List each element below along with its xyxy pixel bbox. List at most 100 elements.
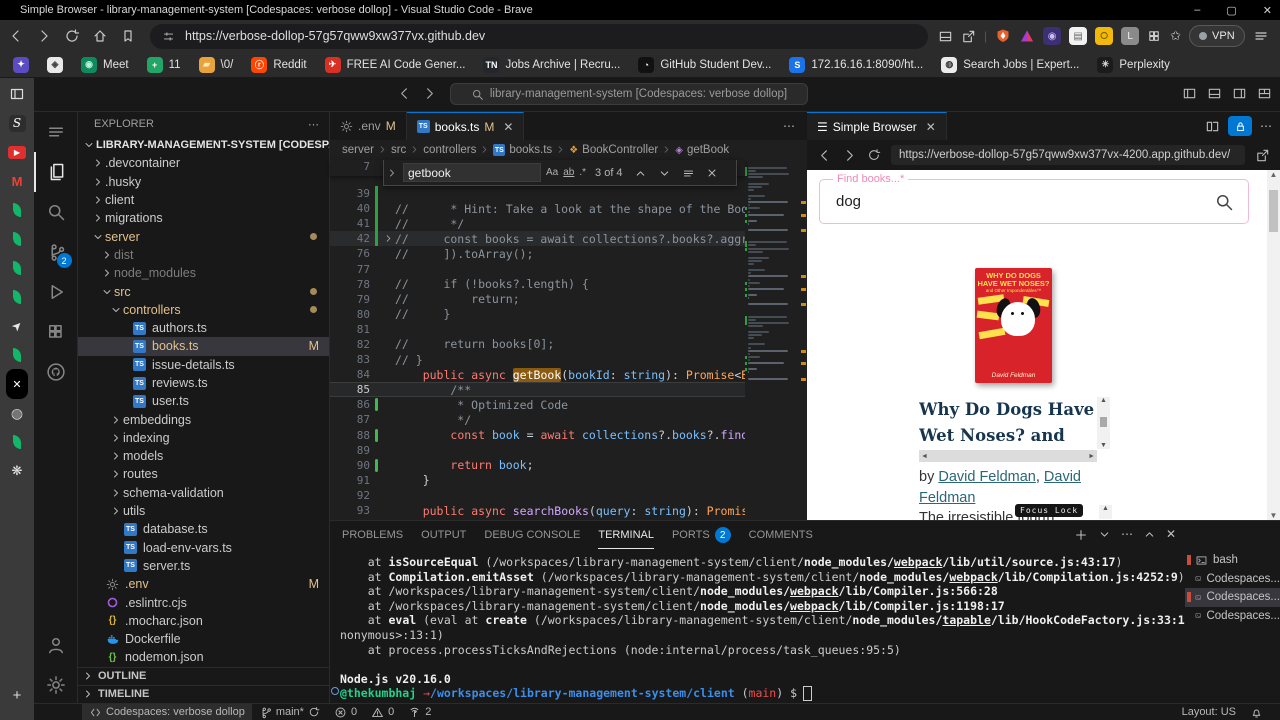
status-bell[interactable] (1243, 704, 1270, 720)
code-line-85[interactable]: 85 /** (330, 382, 807, 397)
code-line-39[interactable]: 39 (330, 186, 807, 201)
activity-source-control-icon[interactable]: 2 (34, 232, 78, 272)
breadcrumb-server[interactable]: server (342, 144, 374, 156)
tree-item-schema-validation[interactable]: schema-validation (78, 484, 329, 502)
gmail-icon[interactable]: M (6, 171, 28, 191)
bookmark-item-free-ai-code-gener[interactable]: ✈FREE AI Code Gener... (318, 55, 473, 75)
tree-item-library-management-system-code[interactable]: LIBRARY-MANAGEMENT-SYSTEM [CODESPACES: V… (78, 136, 329, 154)
match-case-icon[interactable]: Aa (546, 167, 558, 178)
code-line-76[interactable]: 76// ]).toArray(); (330, 246, 807, 261)
extension-bulb-icon[interactable]: ⭘ (1095, 27, 1113, 45)
code-line-42[interactable]: 42// const books = await collections?.bo… (330, 231, 807, 246)
sidebar-toggle-icon[interactable] (6, 84, 28, 104)
find-input[interactable]: getbook (403, 163, 541, 182)
history-back-icon[interactable] (397, 86, 412, 101)
tree-item-books.ts[interactable]: TSbooks.tsM (78, 337, 329, 355)
back-icon[interactable] (4, 24, 28, 48)
code-line-82[interactable]: 82// return books[0]; (330, 337, 807, 352)
sb-back-icon[interactable] (817, 147, 832, 162)
code-line-93[interactable]: 93 public async searchBooks(query: strin… (330, 503, 807, 518)
close-button[interactable]: ✕ (1263, 4, 1272, 17)
tree-item-database.ts[interactable]: TSdatabase.ts (78, 520, 329, 538)
activity-run-debug-icon[interactable] (34, 272, 78, 312)
tree-item-server[interactable]: server (78, 227, 329, 245)
regex-icon[interactable]: .* (579, 167, 586, 178)
whole-word-icon[interactable]: ab (563, 167, 574, 178)
tree-item-.husky[interactable]: .husky (78, 173, 329, 191)
share-icon[interactable] (961, 28, 976, 43)
code-line-90[interactable]: 90 return book; (330, 458, 807, 473)
tree-item-indexing[interactable]: indexing (78, 429, 329, 447)
panel-tab-terminal[interactable]: TERMINAL (598, 521, 654, 549)
terminal-item-2[interactable]: Codespaces... (1185, 588, 1280, 607)
globe-icon[interactable]: ◍ (6, 403, 28, 423)
panel-tab-output[interactable]: OUTPUT (421, 521, 466, 549)
sidebar-add-button[interactable]: + (0, 687, 34, 704)
code-line-89[interactable]: 89 (330, 443, 807, 458)
mongodb-icon[interactable] (6, 200, 28, 220)
toggle-panel-icon[interactable] (1207, 86, 1222, 101)
page-scrollbar[interactable]: ▲ ▼ (1267, 170, 1280, 520)
status-0[interactable]: 0 (327, 704, 364, 720)
command-center[interactable]: library-management-system [Codespaces: v… (450, 83, 808, 105)
tree-item-routes[interactable]: routes (78, 465, 329, 483)
breadcrumb-books-ts[interactable]: TSbooks.ts (493, 144, 552, 156)
url-bar[interactable]: https://verbose-dollop-57g57qww9xw377vx.… (150, 24, 928, 49)
tree-item-issue-details.ts[interactable]: TSissue-details.ts (78, 356, 329, 374)
find-expand-icon[interactable] (386, 166, 398, 180)
tree-item-.devcontainer[interactable]: .devcontainer (78, 154, 329, 172)
tree-item-client[interactable]: client (78, 191, 329, 209)
bookmark-item-0[interactable]: ▰\0/ (192, 55, 241, 75)
mongodb-icon[interactable] (6, 345, 28, 365)
mongodb-icon[interactable] (6, 258, 28, 278)
code-editor[interactable]: 3940// * Hint: Take a look at the shape … (330, 160, 807, 520)
menu-icon[interactable] (1253, 28, 1269, 44)
tab-close-icon[interactable]: ✕ (503, 120, 513, 134)
tree-item-node-modules[interactable]: node_modules (78, 264, 329, 282)
find-books-field[interactable]: Find books...* dog (819, 179, 1249, 224)
brave-rewards-icon[interactable] (1019, 28, 1035, 44)
bookmark-item-meet[interactable]: ◉Meet (74, 55, 136, 75)
favorites-star-icon[interactable]: ✩ (1170, 28, 1181, 44)
code-line-77[interactable]: 77 (330, 261, 807, 276)
maximize-button[interactable]: ▢ (1226, 4, 1236, 17)
code-line-41[interactable]: 41// */ (330, 216, 807, 231)
activity-explorer-icon[interactable] (34, 152, 78, 192)
activity-search-view-icon[interactable] (34, 192, 78, 232)
title-vertical-scrollbar[interactable]: ▲▼ (1097, 397, 1110, 449)
bookmark-icon[interactable] (116, 24, 140, 48)
tree-item-nodemon.json[interactable]: {}nodemon.json (78, 648, 329, 666)
tree-item-dockerfile[interactable]: Dockerfile (78, 630, 329, 648)
breadcrumb-getbook[interactable]: ◈getBook (675, 144, 729, 156)
bookmark-item-172-16-16-1-8090-ht[interactable]: S172.16.16.1:8090/ht... (782, 55, 930, 75)
panel-more-icon[interactable]: ⋯ (1121, 527, 1133, 542)
sb-reload-icon[interactable] (867, 148, 881, 163)
breadcrumb-src[interactable]: src (391, 144, 406, 156)
tree-item-controllers[interactable]: controllers (78, 301, 329, 319)
tree-item-.env[interactable]: .envM (78, 575, 329, 593)
panel-tab-comments[interactable]: COMMENTS (749, 521, 813, 549)
tree-item-models[interactable]: models (78, 447, 329, 465)
history-forward-icon[interactable] (422, 86, 437, 101)
book-cover[interactable]: WHY DO DOGS HAVE WET NOSES? and Other Im… (975, 268, 1052, 383)
split-editor-icon[interactable] (1205, 118, 1220, 133)
panel-tab-problems[interactable]: PROBLEMS (342, 521, 403, 549)
code-line-83[interactable]: 83// } (330, 352, 807, 367)
tree-item-migrations[interactable]: migrations (78, 209, 329, 227)
reading-mode-icon[interactable] (938, 28, 953, 43)
terminal-item-3[interactable]: Codespaces... (1185, 607, 1280, 626)
activity-extensions-view-icon[interactable] (34, 312, 78, 352)
code-line-40[interactable]: 40// * Hint: Take a look at the shape of… (330, 201, 807, 216)
section-timeline[interactable]: TIMELINE (78, 685, 329, 703)
close-panel-pill-icon[interactable]: ✕ (6, 374, 28, 394)
tab-close-icon[interactable]: ✕ (926, 120, 936, 134)
settings-gear-icon[interactable] (34, 665, 78, 705)
reload-icon[interactable] (60, 24, 84, 48)
rocket-icon[interactable]: ➤ (6, 316, 28, 336)
status-codespaces-verbose-dollop[interactable]: Codespaces: verbose dollop (82, 704, 252, 720)
code-line-87[interactable]: 87 */ (330, 412, 807, 427)
code-line-81[interactable]: 81 (330, 322, 807, 337)
tree-item-reviews.ts[interactable]: TSreviews.ts (78, 374, 329, 392)
account-icon[interactable] (34, 625, 78, 665)
activity-github-view-icon[interactable] (34, 352, 78, 392)
